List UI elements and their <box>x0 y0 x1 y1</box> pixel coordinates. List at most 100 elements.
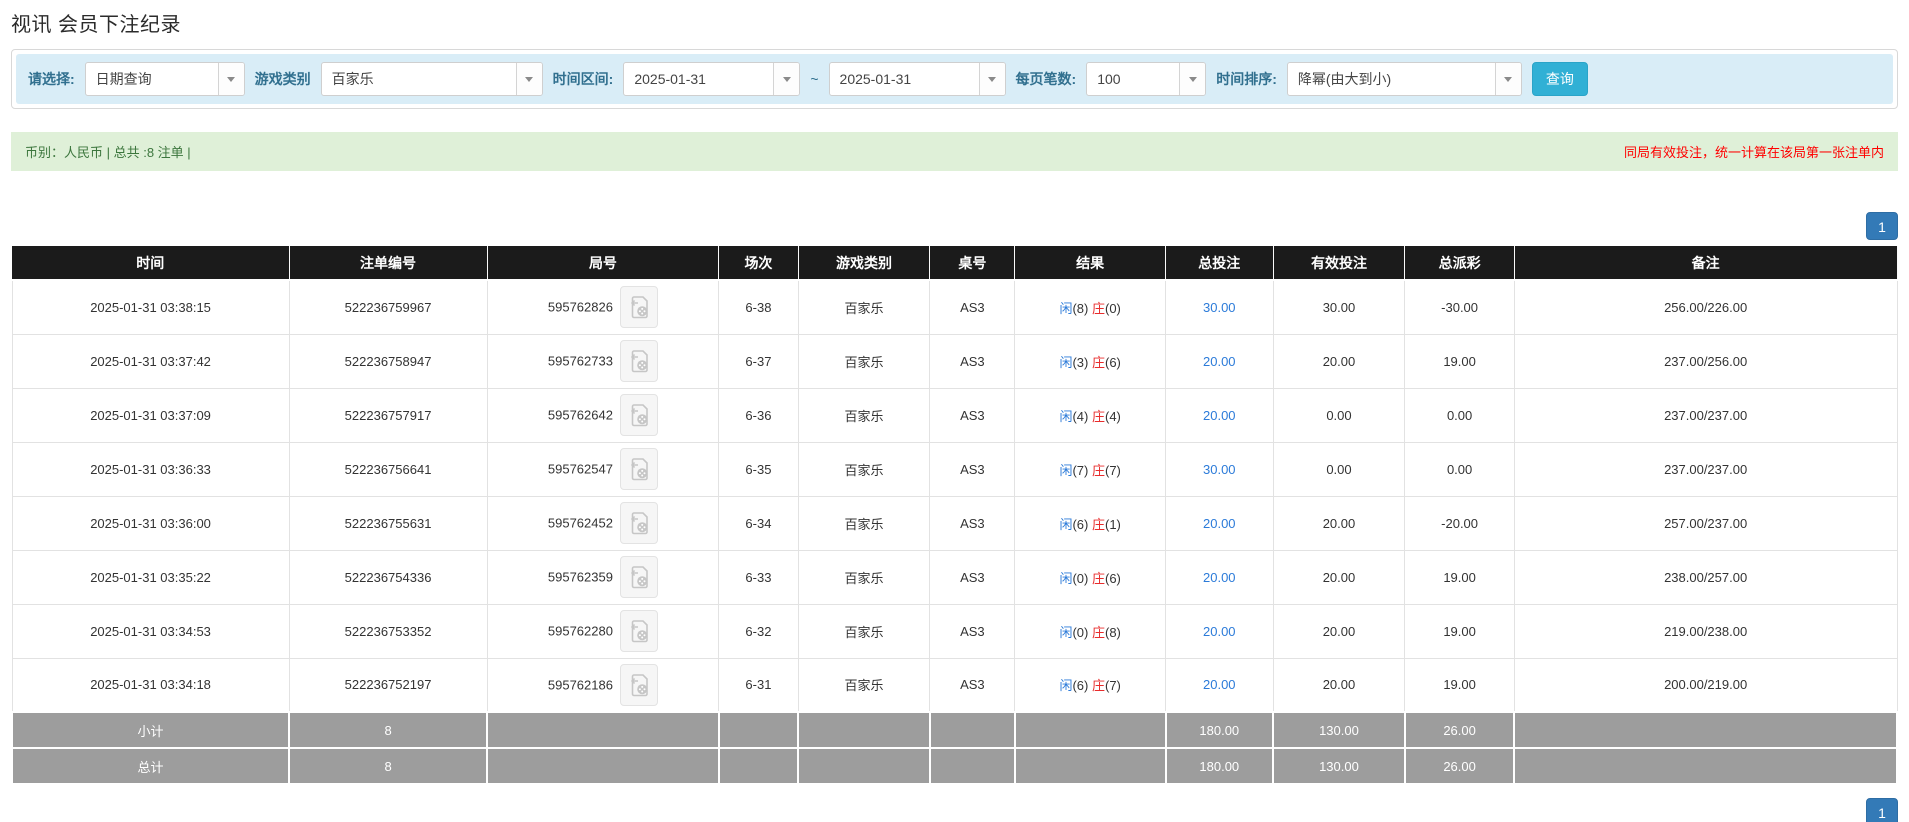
session-cell: 6-37 <box>718 333 799 389</box>
session-cell: 6-36 <box>718 387 799 443</box>
table-row: 2025-01-31 03:34:53 522236753352 5957622… <box>11 603 1898 659</box>
chevron-down-icon[interactable] <box>1179 63 1206 95</box>
video-file-icon <box>630 458 648 481</box>
video-replay-button[interactable] <box>619 286 658 329</box>
player-result-score: (6) <box>1072 516 1089 532</box>
table-number-cell: AS3 <box>929 279 1016 335</box>
bet-id-cell: 522236754336 <box>288 549 488 605</box>
page-1-button[interactable]: 1 <box>1866 798 1898 822</box>
date-from-picker[interactable]: 2025-01-31 <box>623 62 801 96</box>
table-row: 2025-01-31 03:38:15 522236759967 5957628… <box>11 279 1898 335</box>
summary-bar: 币别：人民币 | 总共 :8 注单 | 同局有效投注，统一计算在该局第一张注单内 <box>11 132 1898 171</box>
game-type-cell: 百家乐 <box>797 495 931 551</box>
round-id-value: 595762642 <box>547 407 613 423</box>
subtotal-valid-bet: 130.00 <box>1272 711 1406 749</box>
grand-total-label: 总计 <box>10 747 291 785</box>
chevron-down-icon[interactable] <box>217 63 244 95</box>
valid-bet-cell: 30.00 <box>1272 279 1406 335</box>
session-cell: 6-38 <box>718 279 799 335</box>
video-replay-button[interactable] <box>619 663 658 706</box>
header-valid-bet: 有效投注 <box>1273 246 1406 281</box>
table-number-cell: AS3 <box>929 549 1016 605</box>
total-bet-link[interactable]: 30.00 <box>1203 462 1236 477</box>
total-bet-cell: 20.00 <box>1165 657 1274 713</box>
round-id-value: 595762452 <box>547 515 613 531</box>
result-cell: 闲(4) 庄(4) <box>1014 387 1167 443</box>
bet-id-cell: 522236757917 <box>288 387 488 443</box>
chevron-down-icon[interactable] <box>773 63 800 95</box>
time-sort-select[interactable]: 降幂(由大到小) <box>1286 62 1522 96</box>
total-bet-link[interactable]: 20.00 <box>1203 354 1236 369</box>
table-number-cell: AS3 <box>929 603 1016 659</box>
video-replay-button[interactable] <box>619 502 658 544</box>
table-row: 2025-01-31 03:37:42 522236758947 5957627… <box>11 333 1898 389</box>
table-header-row: 时间 注单编号 局号 场次 游戏类别 桌号 结果 总投注 有效投注 总派彩 备注 <box>12 246 1898 281</box>
video-replay-button[interactable] <box>619 448 658 490</box>
player-result-score: (7) <box>1072 462 1089 478</box>
total-bet-link[interactable]: 20.00 <box>1203 408 1236 423</box>
chevron-down-icon[interactable] <box>1494 63 1521 95</box>
video-replay-button[interactable] <box>619 610 658 652</box>
total-bet-link[interactable]: 20.00 <box>1203 677 1236 692</box>
date-to-picker[interactable]: 2025-01-31 <box>828 62 1006 96</box>
banker-result-score: (7) <box>1104 462 1121 478</box>
header-game-type: 游戏类别 <box>798 246 931 281</box>
game-type-select[interactable]: 百家乐 <box>320 62 543 96</box>
video-replay-button[interactable] <box>619 556 658 598</box>
video-replay-button[interactable] <box>619 340 658 382</box>
payout-cell: -30.00 <box>1404 279 1515 335</box>
player-result-label: 闲 <box>1059 354 1073 370</box>
player-result-label: 闲 <box>1059 570 1073 586</box>
banker-result-label: 庄 <box>1091 300 1105 316</box>
video-file-icon <box>630 512 648 535</box>
banker-result-label: 庄 <box>1091 516 1105 532</box>
note-cell: 237.00/256.00 <box>1513 333 1898 389</box>
game-type-cell: 百家乐 <box>797 387 931 443</box>
subtotal-count: 8 <box>288 711 489 749</box>
subtotal-empty-cell <box>928 711 1016 749</box>
pagination-bottom: 1 <box>11 798 1898 822</box>
page-size-select[interactable]: 100 <box>1086 62 1207 96</box>
chevron-down-icon[interactable] <box>515 63 542 95</box>
banker-result-label: 庄 <box>1091 678 1105 694</box>
result-cell: 闲(6) 庄(7) <box>1014 657 1167 713</box>
query-type-label: 请选择: <box>28 71 75 87</box>
result-cell: 闲(8) 庄(0) <box>1014 279 1167 335</box>
total-bet-link[interactable]: 20.00 <box>1203 570 1236 585</box>
pagination-top: 1 <box>11 212 1898 240</box>
banker-result-label: 庄 <box>1091 462 1105 478</box>
round-id-value: 595762186 <box>547 677 613 693</box>
video-file-icon <box>630 350 648 373</box>
valid-bet-cell: 20.00 <box>1272 603 1406 659</box>
total-bet-link[interactable]: 30.00 <box>1203 300 1236 315</box>
total-bet-cell: 30.00 <box>1165 279 1274 335</box>
session-cell: 6-35 <box>718 441 799 497</box>
total-bet-link[interactable]: 20.00 <box>1203 624 1236 639</box>
bet-time-cell: 2025-01-31 03:38:15 <box>11 279 290 335</box>
bet-time-cell: 2025-01-31 03:34:18 <box>11 657 290 713</box>
result-cell: 闲(0) 庄(6) <box>1014 549 1167 605</box>
banker-result-score: (8) <box>1104 624 1121 640</box>
banker-result-label: 庄 <box>1091 408 1105 424</box>
bet-id-cell: 522236753352 <box>288 603 488 659</box>
page-1-button[interactable]: 1 <box>1866 212 1898 240</box>
subtotal-empty-cell <box>1013 711 1167 749</box>
total-bet-link[interactable]: 20.00 <box>1203 516 1236 531</box>
time-sort-label: 时间排序: <box>1216 71 1277 87</box>
valid-bet-cell: 20.00 <box>1272 549 1406 605</box>
header-session: 场次 <box>718 246 799 281</box>
round-id-value: 595762359 <box>547 569 613 585</box>
player-result-label: 闲 <box>1059 678 1073 694</box>
banker-result-label: 庄 <box>1091 354 1105 370</box>
query-type-select[interactable]: 日期查询 <box>84 62 245 96</box>
game-type-label: 游戏类别 <box>254 71 311 87</box>
bet-id-cell: 522236755631 <box>288 495 488 551</box>
video-replay-button[interactable] <box>619 394 658 436</box>
search-button[interactable]: 查询 <box>1531 62 1588 96</box>
subtotal-empty-cell <box>717 711 800 749</box>
result-cell: 闲(7) 庄(7) <box>1014 441 1167 497</box>
chevron-down-icon[interactable] <box>978 63 1005 95</box>
grand-total-empty-cell <box>717 747 800 785</box>
payout-cell: -20.00 <box>1404 495 1515 551</box>
header-round-id: 局号 <box>487 246 720 281</box>
